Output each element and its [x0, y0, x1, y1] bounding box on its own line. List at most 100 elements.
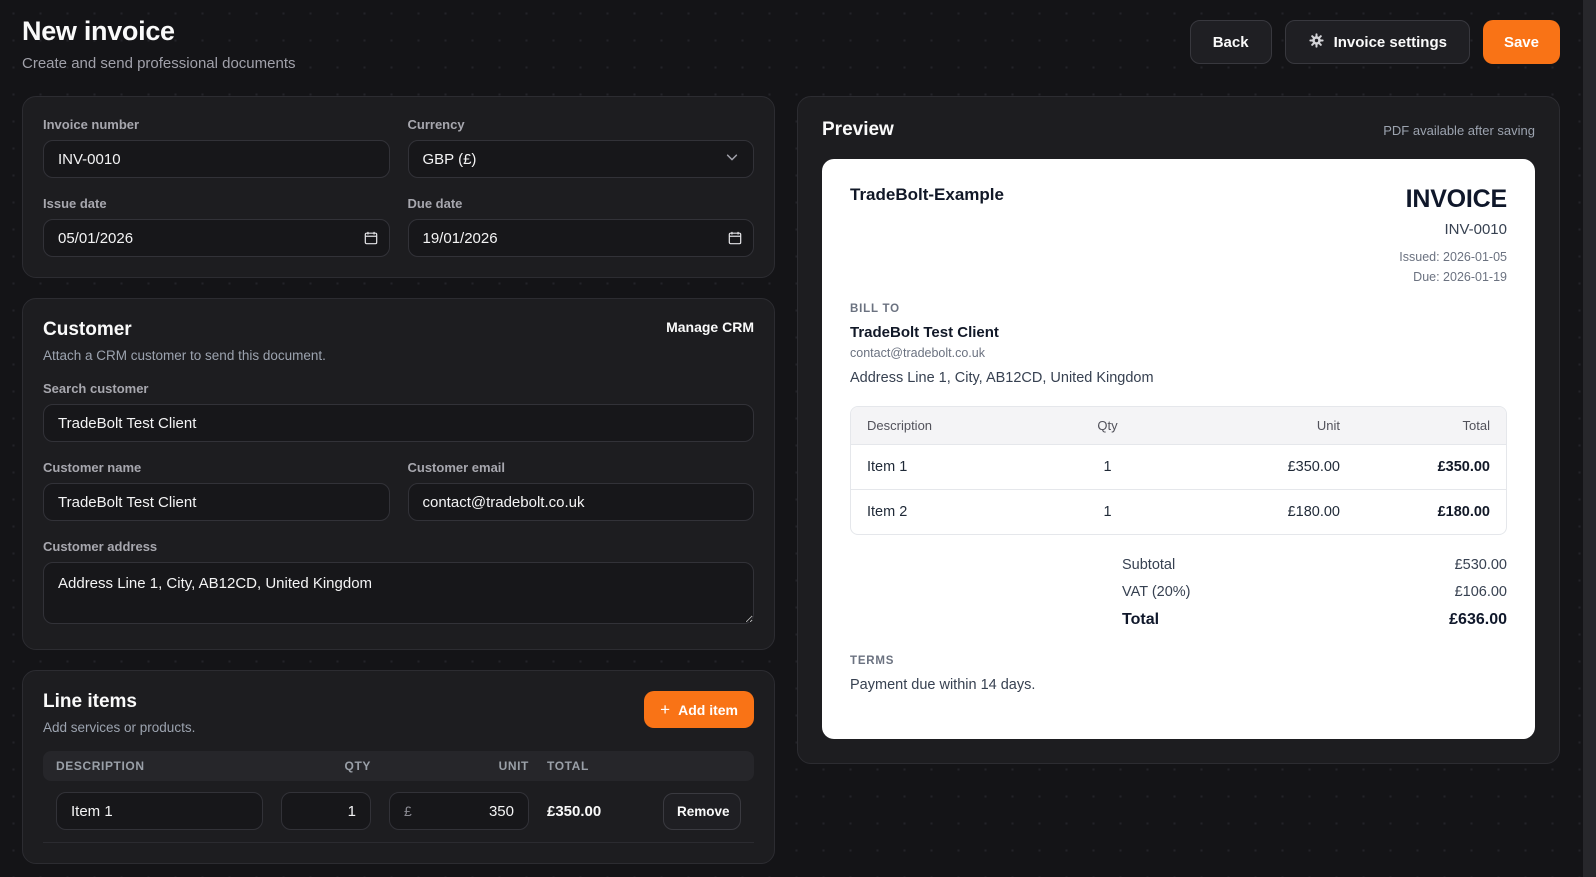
item-total: £350.00	[547, 802, 602, 820]
issue-date-label: Issue date	[43, 196, 107, 211]
invoice-number-input[interactable]	[43, 140, 390, 178]
terms-text: Payment due within 14 days.	[850, 677, 1036, 693]
line-items-subtitle: Add services or products.	[43, 720, 196, 735]
row-unit: £180.00	[1287, 504, 1340, 520]
invoice-client-name: TradeBolt Test Client	[850, 324, 999, 341]
invoice-table-header: Description Qty Unit Total	[851, 407, 1506, 444]
total-value: £636.00	[1449, 611, 1507, 628]
invoice-doc-type: INVOICE	[1405, 185, 1508, 213]
invoice-due-date: Due: 2026-01-19	[1413, 270, 1507, 284]
invoice-column-unit: Unit	[1316, 418, 1340, 433]
plus-icon: +	[660, 700, 671, 719]
calendar-icon[interactable]	[364, 231, 378, 245]
currency-select[interactable]: GBP (£)	[407, 140, 754, 178]
invoice-preview-document: TradeBolt-Example INVOICE INV-0010 Issue…	[822, 159, 1535, 739]
vat-value: £106.00	[1454, 584, 1507, 600]
pdf-note: PDF available after saving	[1383, 122, 1535, 138]
invoice-number-field: Invoice number	[43, 117, 390, 178]
page-scrollbar[interactable]	[1583, 0, 1596, 877]
vat-label: VAT (20%)	[1122, 584, 1191, 600]
customer-card: Customer Attach a CRM customer to send t…	[22, 298, 775, 650]
customer-name-field: Customer name	[43, 460, 390, 521]
invoice-settings-button[interactable]: Invoice settings	[1284, 20, 1470, 64]
page-title: New invoice	[22, 16, 175, 46]
calendar-icon[interactable]	[728, 231, 742, 245]
due-date-field: Due date	[407, 196, 754, 257]
invoice-issued-date: Issued: 2026-01-05	[1399, 250, 1507, 264]
terms-section: TERMS Payment due within 14 days.	[850, 655, 1507, 693]
terms-label: TERMS	[850, 655, 895, 667]
currency-field: Currency GBP (£)	[407, 117, 754, 178]
column-description: DESCRIPTION	[56, 759, 145, 773]
invoice-column-total: Total	[1462, 418, 1490, 433]
invoice-meta: INVOICE INV-0010 Issued: 2026-01-05 Due:…	[1399, 185, 1507, 287]
preview-title: Preview	[822, 119, 894, 140]
currency-selected-value: GBP (£)	[422, 150, 477, 168]
customer-address-label: Customer address	[43, 539, 158, 554]
back-button[interactable]: Back	[1189, 20, 1272, 64]
item-unit-field[interactable]: £	[389, 792, 529, 830]
add-item-button[interactable]: + Add item	[644, 691, 754, 728]
customer-card-heading: Customer Attach a CRM customer to send t…	[43, 319, 326, 363]
currency-label: Currency	[407, 117, 465, 132]
row-description: Item 2	[867, 504, 908, 520]
invoice-number-display: INV-0010	[1444, 221, 1507, 238]
row-total: £350.00	[1437, 459, 1490, 475]
issue-date-field: Issue date	[43, 196, 390, 257]
currency-symbol: £	[404, 803, 412, 819]
row-description: Item 1	[867, 459, 908, 475]
customer-address-textarea[interactable]: Address Line 1, City, AB12CD, United Kin…	[43, 562, 754, 624]
invoice-client-email: contact@tradebolt.co.uk	[850, 346, 985, 360]
preview-panel: Preview PDF available after saving Trade…	[797, 96, 1560, 764]
due-date-label: Due date	[407, 196, 463, 211]
add-item-label: Add item	[678, 701, 738, 718]
search-customer-field: Search customer	[43, 381, 754, 442]
invoice-table-row: Item 2 1 £180.00 £180.00	[851, 489, 1506, 534]
invoice-client-address: Address Line 1, City, AB12CD, United Kin…	[850, 370, 1154, 386]
line-items-title: Line items	[43, 691, 137, 712]
page-heading: New invoice Create and send professional…	[22, 16, 296, 72]
search-customer-input[interactable]	[43, 404, 754, 442]
top-bar: New invoice Create and send professional…	[22, 16, 1560, 72]
customer-title: Customer	[43, 319, 132, 340]
gear-icon	[1308, 32, 1325, 53]
top-actions: Back Invoice settings Save	[1189, 20, 1560, 64]
line-items-card: Line items Add services or products. + A…	[22, 670, 775, 864]
customer-name-input[interactable]	[43, 483, 390, 521]
page-subtitle: Create and send professional documents	[22, 55, 296, 72]
line-item-row: £ £350.00 Remove	[43, 781, 754, 843]
invoice-items-table: Description Qty Unit Total Item 1 1 £350…	[850, 406, 1507, 535]
item-unit-input[interactable]	[411, 802, 514, 820]
invoice-settings-label: Invoice settings	[1333, 33, 1447, 51]
item-description-input[interactable]	[56, 792, 263, 830]
subtotal-value: £530.00	[1454, 557, 1507, 573]
column-total: TOTAL	[547, 759, 589, 773]
chevron-down-icon	[725, 150, 739, 168]
customer-email-field: Customer email	[407, 460, 754, 521]
item-qty-input[interactable]	[281, 792, 371, 830]
save-button[interactable]: Save	[1482, 20, 1560, 64]
customer-subtitle: Attach a CRM customer to send this docum…	[43, 348, 326, 363]
manage-crm-link[interactable]: Manage CRM	[666, 319, 754, 335]
row-qty: 1	[1103, 504, 1112, 520]
column-unit: UNIT	[498, 759, 529, 773]
issue-date-input[interactable]	[43, 219, 390, 257]
invoice-number-label: Invoice number	[43, 117, 140, 132]
due-date-input[interactable]	[407, 219, 754, 257]
row-unit: £350.00	[1287, 459, 1340, 475]
invoice-details-card: Invoice number Currency GBP (£)	[22, 96, 775, 278]
invoice-business-name: TradeBolt-Example	[850, 185, 1004, 204]
subtotal-label: Subtotal	[1122, 557, 1176, 573]
remove-item-button[interactable]: Remove	[663, 792, 741, 830]
customer-address-field: Customer address Address Line 1, City, A…	[43, 539, 754, 629]
invoice-totals: Subtotal £530.00 VAT (20%) £106.00 Total…	[1122, 557, 1507, 629]
new-invoice-page: New invoice Create and send professional…	[0, 0, 1596, 877]
customer-email-input[interactable]	[407, 483, 754, 521]
form-column: Invoice number Currency GBP (£)	[22, 96, 775, 877]
line-items-heading: Line items Add services or products.	[43, 691, 195, 735]
row-qty: 1	[1103, 459, 1112, 475]
total-label: Total	[1122, 611, 1160, 628]
bill-to-section: BILL TO TradeBolt Test Client contact@tr…	[850, 303, 1507, 386]
customer-name-label: Customer name	[43, 460, 142, 475]
invoice-column-description: Description	[867, 418, 933, 433]
